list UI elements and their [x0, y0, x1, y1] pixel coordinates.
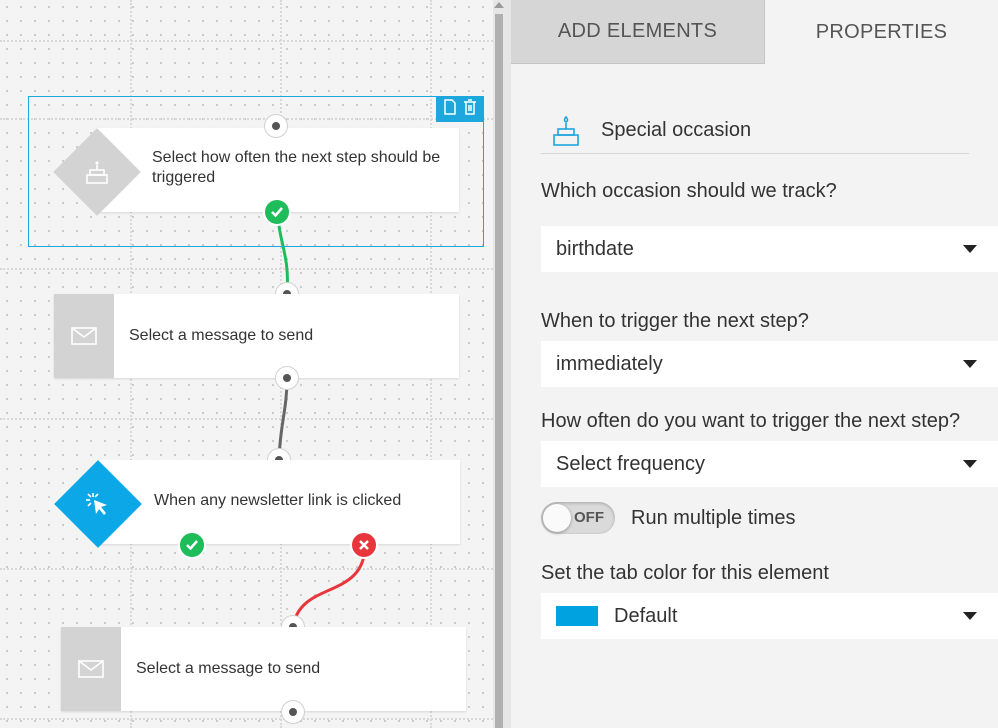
panel-tabs: ADD ELEMENTS PROPERTIES: [511, 0, 998, 64]
node-text: Select a message to send: [136, 660, 321, 677]
tab-add-elements[interactable]: ADD ELEMENTS: [511, 0, 765, 64]
frequency-select[interactable]: Select frequency: [541, 441, 998, 487]
canvas-scrollbar[interactable]: [493, 0, 511, 728]
workflow-node-send-message[interactable]: Select a message to send: [61, 627, 466, 711]
envelope-icon: [61, 627, 121, 711]
copy-icon[interactable]: [443, 98, 457, 120]
no-output-badge[interactable]: [350, 531, 378, 559]
yes-output-badge[interactable]: [178, 531, 206, 559]
caret-down-icon: [963, 245, 977, 253]
trash-icon[interactable]: [463, 98, 477, 120]
toggle-knob: [543, 504, 571, 532]
section-title: Special occasion: [601, 119, 752, 141]
check-icon: [186, 540, 198, 551]
workflow-node-link-clicked[interactable]: When any newsletter link is clicked: [98, 460, 460, 544]
caret-down-icon: [963, 360, 977, 368]
occasion-label: Which occasion should we track?: [541, 180, 837, 202]
occasion-value: birthdate: [556, 237, 634, 260]
toggle-state: OFF: [574, 509, 604, 526]
node-output-port[interactable]: [275, 366, 299, 390]
scroll-thumb[interactable]: [495, 14, 503, 728]
cake-icon: [553, 115, 579, 146]
cross-icon: [359, 540, 369, 550]
frequency-value: Select frequency: [556, 452, 705, 475]
workflow-canvas[interactable]: Select how often the next step should be…: [0, 0, 493, 728]
node-output-port[interactable]: [281, 700, 305, 724]
section-header: Special occasion: [541, 108, 969, 154]
tab-properties[interactable]: PROPERTIES: [765, 0, 998, 64]
cursor-click-icon: [67, 473, 129, 535]
run-multiple-toggle[interactable]: OFF: [541, 502, 615, 534]
node-text: Select a message to send: [129, 327, 314, 344]
frequency-label: How often do you want to trigger the nex…: [541, 410, 961, 432]
yes-output-badge[interactable]: [263, 198, 291, 226]
check-icon: [271, 207, 283, 218]
workflow-node-send-message[interactable]: Select a message to send: [54, 294, 459, 378]
scroll-up-icon[interactable]: [494, 2, 504, 8]
color-label: Set the tab color for this element: [541, 562, 829, 584]
selected-node-frame: [28, 96, 484, 247]
color-select[interactable]: Default: [541, 593, 998, 639]
trigger-value: immediately: [556, 352, 663, 375]
toggle-label: Run multiple times: [631, 507, 796, 529]
caret-down-icon: [963, 460, 977, 468]
envelope-icon: [54, 294, 114, 378]
occasion-select[interactable]: birthdate: [541, 226, 998, 272]
properties-panel: ADD ELEMENTS PROPERTIES Special occasion…: [511, 0, 998, 728]
trigger-select[interactable]: immediately: [541, 341, 998, 387]
node-text: When any newsletter link is clicked: [154, 492, 402, 509]
connection-red: [291, 544, 367, 628]
caret-down-icon: [963, 612, 977, 620]
trigger-label: When to trigger the next step?: [541, 310, 809, 332]
color-swatch: [556, 606, 598, 626]
color-value: Default: [614, 604, 678, 627]
